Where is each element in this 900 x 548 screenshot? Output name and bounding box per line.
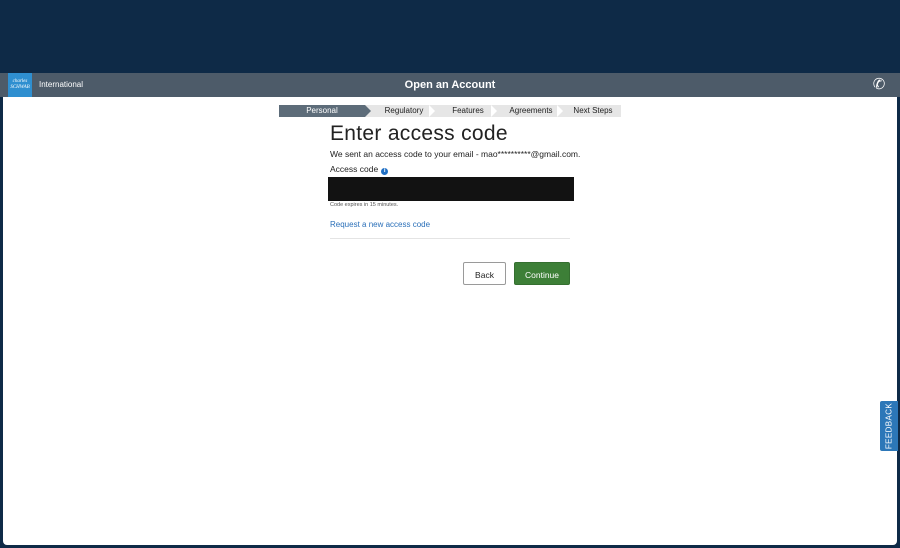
info-icon[interactable]: i xyxy=(381,168,389,175)
feedback-tab[interactable]: FEEDBACK xyxy=(880,401,898,451)
phone-icon[interactable]: ✆ xyxy=(871,77,887,93)
form-heading: Enter access code xyxy=(330,122,508,145)
header-bar: charles SCHWAB International Open an Acc… xyxy=(0,73,900,97)
step-separator-arrow xyxy=(491,105,497,117)
step-features: Features xyxy=(452,106,484,115)
step-personal: Personal xyxy=(279,105,365,117)
request-new-code-link[interactable]: Request a new access code xyxy=(330,220,430,229)
divider xyxy=(330,238,570,239)
sent-message: We sent an access code to your email - m… xyxy=(330,149,581,159)
step-separator-arrow xyxy=(429,105,435,117)
page-title: Open an Account xyxy=(404,79,496,91)
expires-note: Code expires in 15 minutes. xyxy=(330,202,399,208)
step-next-steps: Next Steps xyxy=(573,106,613,115)
progress-steps: Personal Regulatory Features Agreements … xyxy=(279,105,621,117)
step-separator-arrow xyxy=(557,105,563,117)
step-agreements: Agreements xyxy=(509,106,553,115)
feedback-label: FEEDBACK xyxy=(884,402,894,450)
access-code-input[interactable] xyxy=(328,177,574,201)
step-separator-arrow xyxy=(365,105,371,117)
continue-button[interactable]: Continue xyxy=(514,262,570,285)
access-code-label-row: Access code i xyxy=(330,164,389,175)
step-regulatory: Regulatory xyxy=(384,106,424,115)
main-panel: Personal Regulatory Features Agreements … xyxy=(3,97,897,545)
back-button[interactable]: Back xyxy=(463,262,506,285)
access-code-label: Access code xyxy=(330,164,379,174)
